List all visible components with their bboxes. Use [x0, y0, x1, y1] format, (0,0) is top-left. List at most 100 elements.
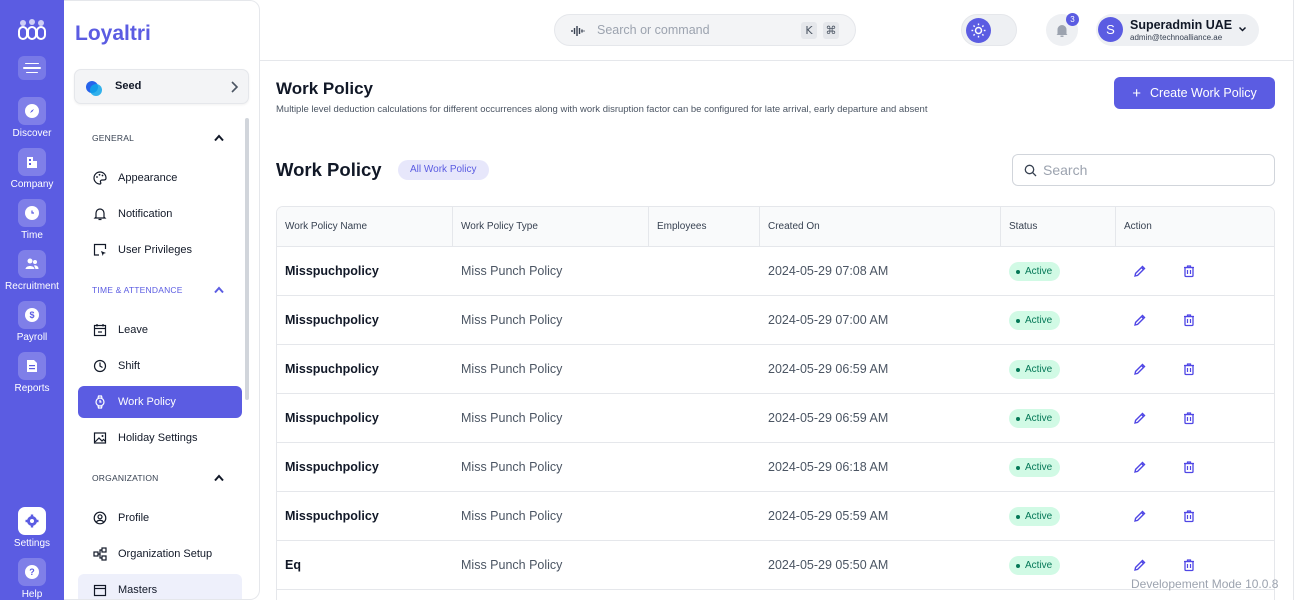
rail-item-recruitment[interactable]: Recruitment: [0, 250, 64, 292]
filter-all-work-policy[interactable]: All Work Policy: [398, 160, 489, 180]
delete-icon[interactable]: [1182, 509, 1196, 523]
section-header-organization[interactable]: ORGANIZATION: [92, 473, 158, 483]
users-icon: [18, 250, 46, 278]
rail-item-company[interactable]: Company: [0, 148, 64, 190]
status-badge: Active: [1009, 409, 1061, 428]
menu-toggle-icon[interactable]: [18, 56, 46, 80]
delete-icon[interactable]: [1182, 411, 1196, 425]
delete-icon[interactable]: [1182, 558, 1196, 572]
chevron-right-icon: [231, 81, 239, 93]
rail-item-help[interactable]: ? Help: [0, 558, 64, 600]
sidebar-item-user-privileges[interactable]: User Privileges: [78, 234, 242, 266]
chevron-up-icon[interactable]: [214, 134, 224, 142]
chevron-down-icon: [1238, 26, 1247, 32]
palette-icon: [93, 171, 107, 185]
section-header-general[interactable]: GENERAL: [92, 133, 134, 143]
sidebar-item-appearance[interactable]: Appearance: [78, 162, 242, 194]
rail-item-time[interactable]: Time: [0, 199, 64, 241]
user-circle-icon: [93, 511, 107, 525]
column-header-status[interactable]: Status: [1001, 207, 1116, 247]
gear-icon: [18, 507, 46, 535]
table-row[interactable]: Misspuchpolicy Miss Punch Policy 2024-05…: [277, 443, 1274, 492]
delete-icon[interactable]: [1182, 460, 1196, 474]
hierarchy-icon: [93, 547, 107, 561]
create-work-policy-button[interactable]: + Create Work Policy: [1114, 77, 1275, 109]
search-icon: [1024, 164, 1037, 177]
user-name: Superadmin UAE: [1130, 18, 1233, 32]
sidebar-item-holiday-settings[interactable]: Holiday Settings: [78, 422, 242, 454]
table-row[interactable]: Misspuchpolicy Miss Punch Policy 2024-05…: [277, 296, 1274, 345]
sidebar-item-label: Holiday Settings: [118, 432, 198, 444]
column-header-action: Action: [1124, 221, 1152, 232]
chevron-up-icon[interactable]: [214, 286, 224, 294]
edit-icon[interactable]: [1133, 264, 1147, 278]
user-menu[interactable]: S Superadmin UAE admin@technoalliance.ae: [1096, 14, 1259, 46]
section-header-time-attendance[interactable]: TIME & ATTENDANCE: [92, 285, 183, 295]
created-on: 2024-05-29 06:59 AM: [768, 411, 889, 425]
status-badge: Active: [1009, 556, 1061, 575]
edit-icon[interactable]: [1133, 411, 1147, 425]
workspace-switcher[interactable]: Seed: [74, 69, 249, 104]
column-header-created-on[interactable]: Created On: [760, 207, 1001, 247]
rail-item-label: Company: [10, 179, 54, 190]
policy-name: Misspuchpolicy: [285, 411, 379, 425]
edit-icon[interactable]: [1133, 313, 1147, 327]
plus-icon: +: [1132, 84, 1141, 102]
search-input[interactable]: [1043, 160, 1263, 180]
status-badge: Active: [1009, 311, 1061, 330]
sidebar-item-shift[interactable]: Shift: [78, 350, 242, 382]
building-icon: [18, 148, 46, 176]
sidebar-item-organization-setup[interactable]: Organization Setup: [78, 538, 242, 570]
column-header-type[interactable]: Work Policy Type: [453, 207, 649, 247]
rail-item-payroll[interactable]: $ Payroll: [0, 301, 64, 343]
theme-toggle[interactable]: [961, 14, 1017, 46]
created-on: 2024-05-29 07:00 AM: [768, 313, 889, 327]
column-header-employees[interactable]: Employees: [649, 207, 760, 247]
chevron-up-icon[interactable]: [214, 474, 224, 482]
rail-item-discover[interactable]: Discover: [0, 97, 64, 139]
sidebar-item-profile[interactable]: Profile: [78, 502, 242, 534]
sidebar-item-label: Leave: [118, 324, 148, 336]
column-header-name[interactable]: Work Policy Name: [277, 207, 453, 247]
sun-icon: [966, 18, 991, 43]
sidebar-item-label: Appearance: [118, 172, 178, 184]
app-logo-icon[interactable]: [18, 18, 46, 40]
edit-icon[interactable]: [1133, 362, 1147, 376]
sidebar-item-masters[interactable]: Masters: [78, 574, 242, 599]
rail-item-reports[interactable]: Reports: [0, 352, 64, 394]
delete-icon[interactable]: [1182, 264, 1196, 278]
delete-icon[interactable]: [1182, 362, 1196, 376]
notification-count-badge: 3: [1066, 13, 1079, 26]
table-row[interactable]: Misspuchpolicy Miss Punch Policy 2024-05…: [277, 247, 1274, 296]
voice-wave-icon: [571, 26, 585, 36]
clock-icon: [18, 199, 46, 227]
dev-mode-label: Developement Mode 10.0.8: [1131, 577, 1279, 591]
delete-icon[interactable]: [1182, 313, 1196, 327]
created-on: 2024-05-29 07:08 AM: [768, 264, 889, 278]
user-email: admin@technoalliance.ae: [1130, 33, 1223, 42]
search-field[interactable]: [1012, 154, 1275, 186]
sidebar-item-leave[interactable]: Leave: [78, 314, 242, 346]
sidebar-item-label: Masters: [118, 584, 158, 596]
settings-sidebar: Loyaltri Seed GENERAL Appearance Notific…: [64, 0, 260, 600]
policy-name: Misspuchpolicy: [285, 264, 379, 278]
edit-icon[interactable]: [1133, 558, 1147, 572]
table-header: Work Policy Name Work Policy Type Employ…: [277, 207, 1274, 247]
page-description: Multiple level deduction calculations fo…: [276, 104, 928, 115]
rail-item-settings[interactable]: Settings: [0, 507, 64, 549]
command-search[interactable]: Search or command K ⌘: [554, 14, 856, 46]
rail-item-label: Payroll: [16, 332, 48, 343]
bell-icon: [1056, 24, 1068, 37]
edit-icon[interactable]: [1133, 509, 1147, 523]
table-row[interactable]: Misspuchpolicy Miss Punch Policy 2024-05…: [277, 394, 1274, 443]
clock-icon: [93, 359, 107, 373]
policy-name: Eq: [285, 558, 301, 572]
edit-icon[interactable]: [1133, 460, 1147, 474]
sidebar-item-work-policy[interactable]: Work Policy: [78, 386, 242, 418]
table-row[interactable]: Eq Miss Punch Policy 2024-05-29 05:50 AM…: [277, 541, 1274, 590]
sidebar-item-notification[interactable]: Notification: [78, 198, 242, 230]
table-row[interactable]: Misspuchpolicy Miss Punch Policy 2024-05…: [277, 492, 1274, 541]
table-row[interactable]: Misspuchpolicy Miss Punch Policy 2024-05…: [277, 345, 1274, 394]
sidebar-scrollbar[interactable]: [245, 118, 249, 400]
compass-icon: [18, 97, 46, 125]
